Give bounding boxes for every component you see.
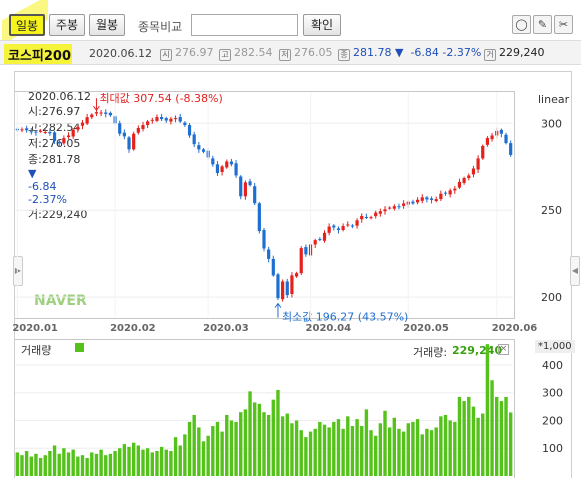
- right-collapse-handle[interactable]: ◀: [570, 256, 580, 286]
- quote-open-value: 276.97: [175, 46, 214, 59]
- close-icon: 종: [338, 49, 350, 61]
- quote-close-value: 281.78: [353, 46, 392, 59]
- daily-button[interactable]: 일봉: [9, 14, 45, 36]
- quote-change: ▼ -6.84 -2.37%: [395, 46, 482, 59]
- stock-name: 코스피200: [8, 49, 72, 64]
- quote-open: 시 276.97: [160, 46, 214, 61]
- scissors-icon[interactable]: ✂: [554, 15, 573, 34]
- price-panel: [15, 91, 515, 319]
- compare-label: 종목비교: [138, 20, 183, 34]
- volume-icon: 거: [484, 49, 496, 61]
- quote-low-value: 276.05: [294, 46, 333, 59]
- scale-label: linear: [538, 93, 570, 106]
- open-icon: 시: [160, 49, 172, 61]
- compare-input[interactable]: [191, 14, 298, 36]
- volume-legend-value: 229,240: [452, 344, 503, 357]
- weekly-button[interactable]: 주봉: [49, 14, 85, 36]
- confirm-button[interactable]: 확인: [303, 14, 341, 36]
- quote-close: 종 281.78: [338, 46, 392, 61]
- quote-low: 저 276.05: [279, 46, 333, 61]
- quote-date: 2020.06.12: [89, 47, 152, 60]
- high-icon: 고: [219, 49, 231, 61]
- volume-unit: *1,000: [535, 340, 575, 353]
- left-collapse-handle[interactable]: ▶: [13, 256, 23, 286]
- quote-volume-value: 229,240: [499, 46, 545, 59]
- close-icon[interactable]: ×: [498, 344, 509, 355]
- quote-volume: 거 229,240: [484, 46, 545, 61]
- volume-legend-swatch: [75, 343, 84, 352]
- quote-high-value: 282.54: [234, 46, 273, 59]
- pencil-icon[interactable]: ✎: [533, 15, 552, 34]
- volume-title: 거래량: [21, 344, 52, 357]
- monthly-button[interactable]: 월봉: [89, 14, 125, 36]
- volume-legend-label: 거래량:: [413, 346, 448, 359]
- low-icon: 저: [279, 49, 291, 61]
- quote-high: 고 282.54: [219, 46, 273, 61]
- lightbulb-icon[interactable]: ◯: [512, 15, 531, 34]
